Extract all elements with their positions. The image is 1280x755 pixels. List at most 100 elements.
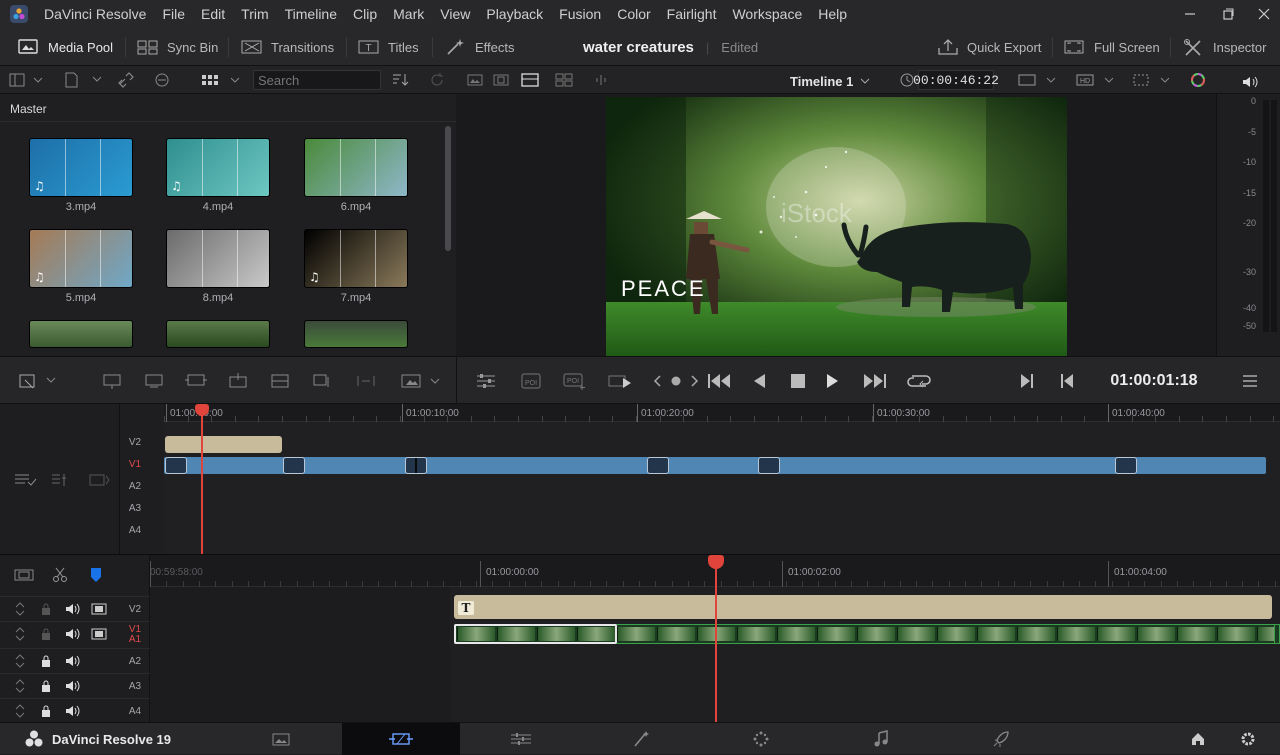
clip-thumbnail[interactable]	[304, 320, 408, 348]
clip-thumbnail[interactable]	[304, 138, 408, 197]
clip-thumbnail[interactable]: ♫	[304, 229, 408, 288]
mark-in-icon[interactable]	[1014, 369, 1040, 393]
inspector-button[interactable]: Inspector	[1183, 28, 1266, 66]
panel-toggle-icon[interactable]	[6, 70, 46, 90]
menu-clip[interactable]: Clip	[345, 0, 385, 28]
place-on-top-icon[interactable]	[224, 369, 252, 393]
viewer-source-icon[interactable]	[464, 70, 486, 90]
output-monitor-icon[interactable]: HD	[1072, 70, 1116, 90]
speaker-icon[interactable]	[64, 678, 82, 694]
audio-wave-icon[interactable]	[590, 70, 612, 90]
menu-view[interactable]: View	[432, 0, 478, 28]
deliver-page-tab[interactable]	[942, 723, 1060, 755]
home-icon[interactable]	[1186, 729, 1210, 749]
speaker-icon[interactable]	[64, 626, 82, 642]
playhead-timecode[interactable]: 01:00:01:18	[1104, 369, 1204, 393]
menu-file[interactable]: File	[154, 0, 193, 28]
minimize-icon[interactable]	[1170, 0, 1210, 28]
media-pool-scrollbar[interactable]	[445, 126, 451, 251]
go-to-start-icon[interactable]	[704, 369, 736, 393]
play-reverse-icon[interactable]	[748, 369, 772, 393]
filmstrip-settings-icon[interactable]	[84, 468, 114, 492]
append-end-icon[interactable]	[266, 369, 294, 393]
cut-page-tab[interactable]	[462, 723, 580, 755]
refresh-icon[interactable]	[426, 70, 448, 90]
play-icon[interactable]	[820, 369, 844, 393]
selected-clip-lower[interactable]	[454, 624, 617, 644]
menu-trim[interactable]: Trim	[233, 0, 276, 28]
sync-bin-button[interactable]: Sync Bin	[137, 28, 218, 66]
menu-fusion[interactable]: Fusion	[551, 0, 609, 28]
ripple-overwrite-icon[interactable]	[308, 369, 336, 393]
lower-track-label[interactable]: A3	[120, 681, 150, 692]
upper-track-v1[interactable]: V1	[120, 459, 150, 470]
search-input[interactable]	[254, 71, 380, 89]
upper-track-a2[interactable]: A2	[120, 481, 150, 492]
transition-node[interactable]	[647, 457, 669, 474]
track-resize-icon[interactable]	[12, 703, 28, 719]
fairlight-page-tab[interactable]	[822, 723, 940, 755]
razor-icon[interactable]	[48, 565, 72, 585]
transitions-button[interactable]: Transitions	[241, 28, 334, 66]
link-icon[interactable]	[114, 70, 138, 90]
marker-icon[interactable]	[84, 565, 108, 585]
go-to-end-icon[interactable]	[858, 369, 890, 393]
color-wheel-icon[interactable]	[1186, 70, 1210, 90]
sort-icon[interactable]	[388, 70, 412, 90]
track-resize-icon[interactable]	[12, 626, 28, 642]
settings-gear-icon[interactable]	[1236, 729, 1260, 749]
track-resize-icon[interactable]	[12, 678, 28, 694]
unlink-icon[interactable]	[150, 70, 174, 90]
lower-track-label[interactable]: A2	[120, 656, 150, 667]
replace-clip-icon[interactable]	[182, 369, 210, 393]
menu-color[interactable]: Color	[609, 0, 658, 28]
clip-thumbnail[interactable]	[29, 320, 133, 348]
menu-edit[interactable]: Edit	[193, 0, 233, 28]
title-clip-upper[interactable]	[165, 436, 282, 453]
transform-icon[interactable]	[1128, 70, 1172, 90]
add-poi-icon[interactable]: POI	[561, 369, 589, 393]
media-page-tab[interactable]	[222, 723, 340, 755]
clip-thumbnail[interactable]	[166, 320, 270, 348]
loop-icon[interactable]	[904, 369, 934, 393]
media-pool-button[interactable]: Media Pool	[18, 28, 113, 66]
mark-out-icon[interactable]	[1054, 369, 1080, 393]
clip-view-icon[interactable]	[10, 565, 38, 585]
menu-mark[interactable]: Mark	[385, 0, 432, 28]
new-bin-icon[interactable]	[60, 70, 104, 90]
fusion-page-tab[interactable]	[582, 723, 700, 755]
transition-node[interactable]	[283, 457, 305, 474]
upper-track-a3[interactable]: A3	[120, 503, 150, 514]
poi-icon[interactable]: POI	[517, 369, 545, 393]
view-grid-icon[interactable]	[198, 70, 242, 90]
video-monitor-icon[interactable]	[90, 601, 108, 617]
overwrite-clip-icon[interactable]	[140, 369, 168, 393]
lock-icon[interactable]	[38, 703, 54, 719]
clip-filmstrip-icon[interactable]	[490, 70, 512, 90]
lock-icon[interactable]	[38, 653, 54, 669]
edit-page-tab[interactable]	[342, 723, 460, 755]
transition-node[interactable]	[758, 457, 780, 474]
fit-to-fill-icon[interactable]	[352, 369, 380, 393]
clip-thumbnail[interactable]: ♫	[166, 138, 270, 197]
lower-track-label[interactable]: V2	[120, 604, 150, 615]
mixer-settings-icon[interactable]	[472, 369, 500, 393]
clip-thumbnail[interactable]	[166, 229, 270, 288]
track-resize-icon[interactable]	[12, 653, 28, 669]
lock-icon[interactable]	[38, 601, 54, 617]
maximize-icon[interactable]	[1208, 0, 1248, 28]
play-around-icon[interactable]	[606, 369, 636, 393]
selection-mode-icon[interactable]	[14, 369, 58, 393]
effects-button[interactable]: Effects	[445, 28, 515, 66]
transition-node[interactable]	[1115, 457, 1137, 474]
title-clip-lower[interactable]: T	[454, 595, 1272, 619]
menu-playback[interactable]: Playback	[478, 0, 551, 28]
video-monitor-icon[interactable]	[90, 626, 108, 642]
timeline-selector[interactable]: Timeline 1	[790, 71, 871, 91]
upper-track-v2[interactable]: V2	[120, 437, 150, 448]
speaker-icon[interactable]	[64, 703, 82, 719]
upper-track-area[interactable]: 01:00:00:0001:00:10:0001:00:20:0001:00:3…	[164, 404, 1280, 554]
dual-viewer-icon[interactable]	[552, 70, 576, 90]
menu-timeline[interactable]: Timeline	[277, 0, 345, 28]
lower-track-label[interactable]: A1	[120, 634, 150, 645]
